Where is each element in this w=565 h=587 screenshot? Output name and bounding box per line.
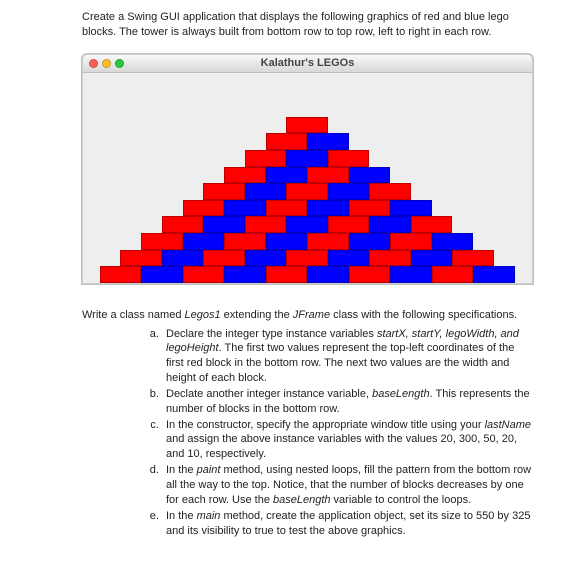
lego-block xyxy=(411,250,453,267)
txt: Write a class named xyxy=(82,309,185,321)
minimize-icon[interactable] xyxy=(102,59,111,68)
lego-block xyxy=(245,250,287,267)
lego-block xyxy=(266,266,308,283)
spec-list: Declare the integer type instance variab… xyxy=(82,327,533,539)
lego-block xyxy=(141,233,183,250)
lego-row xyxy=(120,250,494,267)
lego-row xyxy=(245,150,370,167)
lego-block xyxy=(452,250,494,267)
lego-block xyxy=(349,167,391,184)
lego-block xyxy=(203,250,245,267)
lego-block xyxy=(390,233,432,250)
spec-item: Declate another integer instance variabl… xyxy=(162,387,533,417)
spec-item: In the main method, create the applicati… xyxy=(162,509,533,539)
lego-block xyxy=(162,216,204,233)
lego-block xyxy=(432,266,474,283)
lego-block xyxy=(369,216,411,233)
lego-block xyxy=(369,250,411,267)
italic-term: lastName xyxy=(485,419,531,431)
lego-block xyxy=(141,266,183,283)
lego-block xyxy=(286,250,328,267)
lego-block xyxy=(266,133,308,150)
lego-block xyxy=(245,216,287,233)
italic-term: baseLength xyxy=(273,494,331,506)
lego-block xyxy=(224,200,266,217)
lego-block xyxy=(286,183,328,200)
window-title: Kalathur's LEGOs xyxy=(83,57,532,69)
lego-block xyxy=(266,233,308,250)
lego-block xyxy=(473,266,515,283)
spec-item: In the paint method, using nested loops,… xyxy=(162,463,533,508)
lego-block xyxy=(183,200,225,217)
txt: extending the xyxy=(221,309,293,321)
lego-row xyxy=(266,133,349,150)
canvas-area xyxy=(83,73,532,283)
lego-block xyxy=(307,200,349,217)
jframe-name: JFrame xyxy=(293,309,330,321)
lego-block xyxy=(349,266,391,283)
italic-term: paint xyxy=(197,464,221,476)
lego-block xyxy=(286,216,328,233)
lego-block xyxy=(245,183,287,200)
zoom-icon[interactable] xyxy=(115,59,124,68)
lego-block xyxy=(245,150,287,167)
lego-block xyxy=(266,200,308,217)
lego-block xyxy=(224,266,266,283)
lego-row xyxy=(286,117,328,134)
spec-item: Declare the integer type instance variab… xyxy=(162,327,533,386)
lego-block xyxy=(183,266,225,283)
lego-block xyxy=(328,250,370,267)
intro-text: Create a Swing GUI application that disp… xyxy=(82,10,533,40)
lego-block xyxy=(307,167,349,184)
lego-block xyxy=(100,266,142,283)
traffic-lights xyxy=(89,59,124,68)
lego-block xyxy=(390,200,432,217)
italic-term: startX, startY, legoWidth, and legoHeigh… xyxy=(166,328,519,355)
lego-block xyxy=(307,266,349,283)
lego-block xyxy=(328,183,370,200)
lego-block xyxy=(307,133,349,150)
lego-block xyxy=(328,216,370,233)
lego-block xyxy=(183,233,225,250)
lego-block xyxy=(203,183,245,200)
spec-item: In the constructor, specify the appropri… xyxy=(162,418,533,463)
lego-row xyxy=(162,216,453,233)
lego-block xyxy=(266,167,308,184)
lego-block xyxy=(349,233,391,250)
lego-block xyxy=(286,150,328,167)
titlebar: Kalathur's LEGOs xyxy=(83,55,532,73)
italic-term: baseLength xyxy=(372,388,430,400)
lego-row xyxy=(100,266,515,283)
lego-block xyxy=(224,233,266,250)
lego-block xyxy=(328,150,370,167)
class-name: Legos1 xyxy=(185,309,221,321)
lego-block xyxy=(120,250,162,267)
lego-block xyxy=(369,183,411,200)
lego-row xyxy=(141,233,473,250)
lego-row xyxy=(203,183,411,200)
italic-term: main xyxy=(197,510,221,522)
lego-block xyxy=(286,117,328,134)
class-instruction: Write a class named Legos1 extending the… xyxy=(82,308,533,323)
lego-block xyxy=(203,216,245,233)
lego-block xyxy=(224,167,266,184)
lego-block xyxy=(349,200,391,217)
txt: class with the following specifications. xyxy=(330,309,517,321)
app-window: Kalathur's LEGOs xyxy=(82,54,533,284)
lego-row xyxy=(224,167,390,184)
lego-block xyxy=(162,250,204,267)
lego-block xyxy=(411,216,453,233)
close-icon[interactable] xyxy=(89,59,98,68)
lego-block xyxy=(390,266,432,283)
lego-block xyxy=(432,233,474,250)
lego-row xyxy=(183,200,432,217)
lego-block xyxy=(307,233,349,250)
